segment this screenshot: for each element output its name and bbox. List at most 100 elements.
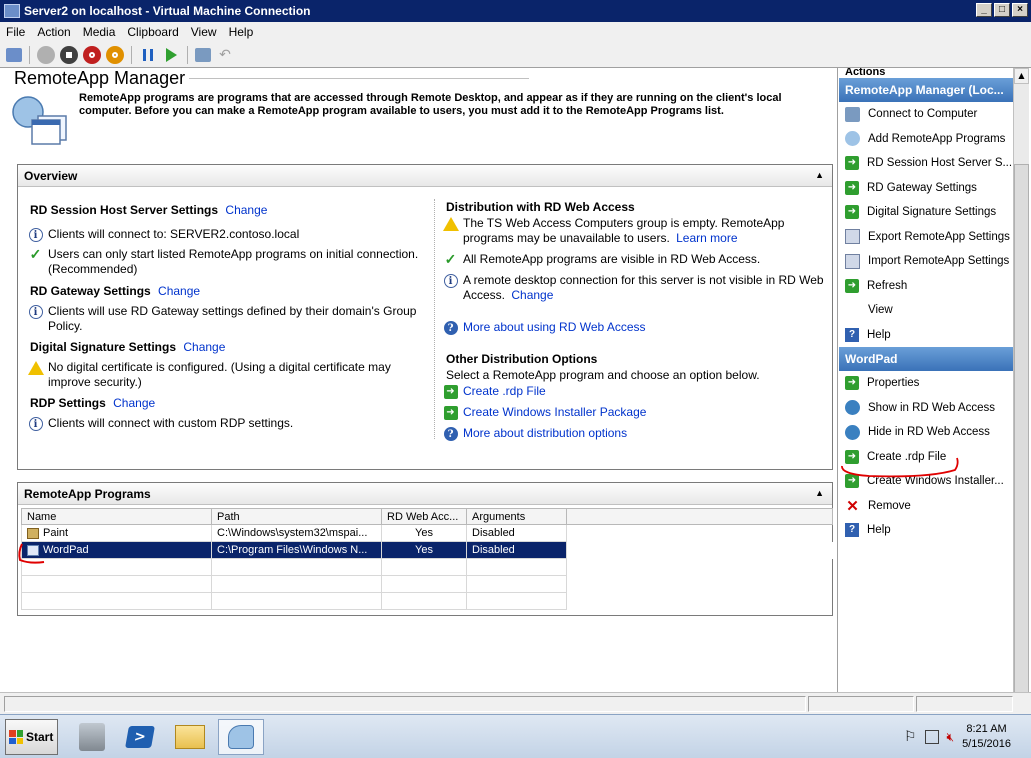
col-name[interactable]: Name <box>21 508 212 525</box>
menu-help[interactable]: Help <box>223 25 260 39</box>
more-distribution-link[interactable]: More about distribution options <box>463 426 627 441</box>
action-label: RD Gateway Settings <box>867 181 977 194</box>
minimize-button[interactable]: _ <box>976 3 992 17</box>
scroll-thumb[interactable] <box>1014 164 1029 704</box>
arrow-right-icon: ➜ <box>845 205 859 220</box>
turn-off-icon[interactable] <box>60 45 78 64</box>
clock[interactable]: 8:21 AM 5/15/2016 <box>962 722 1011 752</box>
info-icon: i <box>28 227 43 242</box>
webaccess-rdc-text: A remote desktop connection for this ser… <box>463 273 828 303</box>
info-icon: i <box>443 273 458 288</box>
vm-app-icon <box>4 4 20 18</box>
action-show-webaccess[interactable]: Show in RD Web Access <box>839 396 1013 421</box>
actions-scrollbar[interactable]: ▲ <box>1013 68 1029 704</box>
action-connect[interactable]: Connect to Computer <box>839 102 1013 127</box>
action-export-settings[interactable]: Export RemoteApp Settings <box>839 225 1013 250</box>
action-label: Create .rdp File <box>867 450 947 463</box>
signature-text: No digital certificate is configured. (U… <box>48 360 391 389</box>
start-label: Start <box>26 730 54 744</box>
shutdown-icon[interactable] <box>83 45 101 64</box>
gateway-change-link[interactable]: Change <box>158 284 200 298</box>
info-icon: i <box>28 304 43 319</box>
menu-view[interactable]: View <box>185 25 223 39</box>
taskbar-server-manager[interactable] <box>72 719 112 755</box>
pause-icon[interactable] <box>139 46 157 64</box>
menu-media[interactable]: Media <box>77 25 122 39</box>
clock-time: 8:21 AM <box>966 723 1007 735</box>
webaccess-change-link[interactable]: Change <box>511 288 553 302</box>
volume-muted-icon[interactable]: 🔇︎ <box>947 730 955 745</box>
save-state-icon[interactable] <box>106 45 124 64</box>
check-icon: ✓ <box>444 251 457 267</box>
arrow-right-icon: ➜ <box>845 474 859 489</box>
arrow-right-icon: ➜ <box>845 156 859 171</box>
snapshot-icon[interactable] <box>195 47 211 62</box>
action-rdsh-settings[interactable]: ➜ RD Session Host Server S... <box>839 151 1013 176</box>
action-remove[interactable]: ✕ Remove <box>839 494 1013 519</box>
action-signature-settings[interactable]: ➜ Digital Signature Settings <box>839 200 1013 225</box>
arrow-right-icon: ➜ <box>845 376 859 391</box>
import-icon <box>845 253 860 269</box>
action-label: Add RemoteApp Programs <box>868 132 1006 145</box>
flag-tray-icon[interactable]: ⚐ <box>904 729 917 745</box>
other-subtitle: Select a RemoteApp program and choose an… <box>446 368 760 382</box>
scroll-up-icon[interactable]: ▲ <box>1014 68 1029 84</box>
warning-icon <box>442 216 459 231</box>
col-path[interactable]: Path <box>211 508 382 525</box>
wordpad-icon <box>27 544 39 556</box>
learn-more-link[interactable]: Learn more <box>676 231 737 245</box>
taskbar-explorer[interactable] <box>170 719 210 755</box>
action-hide-webaccess[interactable]: Hide in RD Web Access <box>839 420 1013 445</box>
action-import-settings[interactable]: Import RemoteApp Settings <box>839 249 1013 274</box>
ctrl-alt-del-icon[interactable] <box>6 47 22 62</box>
taskbar-powershell[interactable]: > <box>120 719 160 755</box>
rdp-change-link[interactable]: Change <box>113 396 155 410</box>
programs-table: Name Path RD Web Acc... Arguments Paint … <box>21 508 833 610</box>
more-webaccess-link[interactable]: More about using RD Web Access <box>463 320 646 335</box>
create-msi-link[interactable]: Create Windows Installer Package <box>463 405 646 420</box>
resume-icon[interactable] <box>162 46 180 64</box>
action-refresh[interactable]: ➜ Refresh <box>839 274 1013 299</box>
collapse-icon[interactable]: ▲ <box>815 170 824 180</box>
taskbar-remoteapp-manager[interactable] <box>218 719 264 755</box>
menu-clipboard[interactable]: Clipboard <box>121 25 184 39</box>
start-button[interactable]: Start <box>5 719 58 755</box>
signature-change-link[interactable]: Change <box>183 340 225 354</box>
action-help[interactable]: ? Help <box>839 323 1013 348</box>
action-label: View <box>868 304 893 317</box>
collapse-icon[interactable]: ▲ <box>815 488 824 498</box>
action-label: Show in RD Web Access <box>868 401 995 414</box>
col-webaccess[interactable]: RD Web Acc... <box>381 508 467 525</box>
rdsh-change-link[interactable]: Change <box>225 203 267 217</box>
create-rdp-link[interactable]: Create .rdp File <box>463 384 546 399</box>
menu-file[interactable]: File <box>0 25 31 39</box>
action-properties[interactable]: ➜ Properties <box>839 371 1013 396</box>
action-add-programs[interactable]: Add RemoteApp Programs <box>839 127 1013 152</box>
main-pane: RemoteApp Manager RemoteApp programs are… <box>4 68 838 692</box>
action-group-remoteapp[interactable]: RemoteApp Manager (Loc... <box>839 78 1013 102</box>
help-icon: ? <box>845 523 859 538</box>
menu-action[interactable]: Action <box>31 25 76 39</box>
close-button[interactable]: × <box>1012 3 1028 17</box>
revert-icon[interactable]: ↶ <box>216 46 234 64</box>
action-label: Refresh <box>867 279 908 292</box>
table-row[interactable]: Paint C:\Windows\system32\mspai... Yes D… <box>21 524 833 542</box>
action-create-msi[interactable]: ➜ Create Windows Installer... <box>839 469 1013 494</box>
webaccess-section-title: Distribution with RD Web Access <box>446 200 635 214</box>
table-row[interactable]: WordPad C:\Program Files\Windows N... Ye… <box>21 541 833 559</box>
arrow-right-icon: ➜ <box>845 180 859 195</box>
start-vm-icon[interactable] <box>37 45 55 64</box>
action-view[interactable]: View <box>839 298 1013 323</box>
restore-button[interactable]: □ <box>994 3 1010 17</box>
status-bar <box>0 692 1031 714</box>
action-create-rdp[interactable]: ➜ Create .rdp File <box>839 445 1013 470</box>
action-group-wordpad[interactable]: WordPad <box>839 347 1013 371</box>
action-gateway-settings[interactable]: ➜ RD Gateway Settings <box>839 176 1013 201</box>
col-arguments[interactable]: Arguments <box>466 508 567 525</box>
network-tray-icon[interactable] <box>924 730 939 744</box>
action-label: Help <box>867 328 891 341</box>
overview-header[interactable]: Overview ▲ <box>18 165 832 187</box>
programs-header[interactable]: RemoteApp Programs ▲ <box>18 483 832 505</box>
action-help-wordpad[interactable]: ? Help <box>839 518 1013 543</box>
action-label: Connect to Computer <box>868 108 978 121</box>
